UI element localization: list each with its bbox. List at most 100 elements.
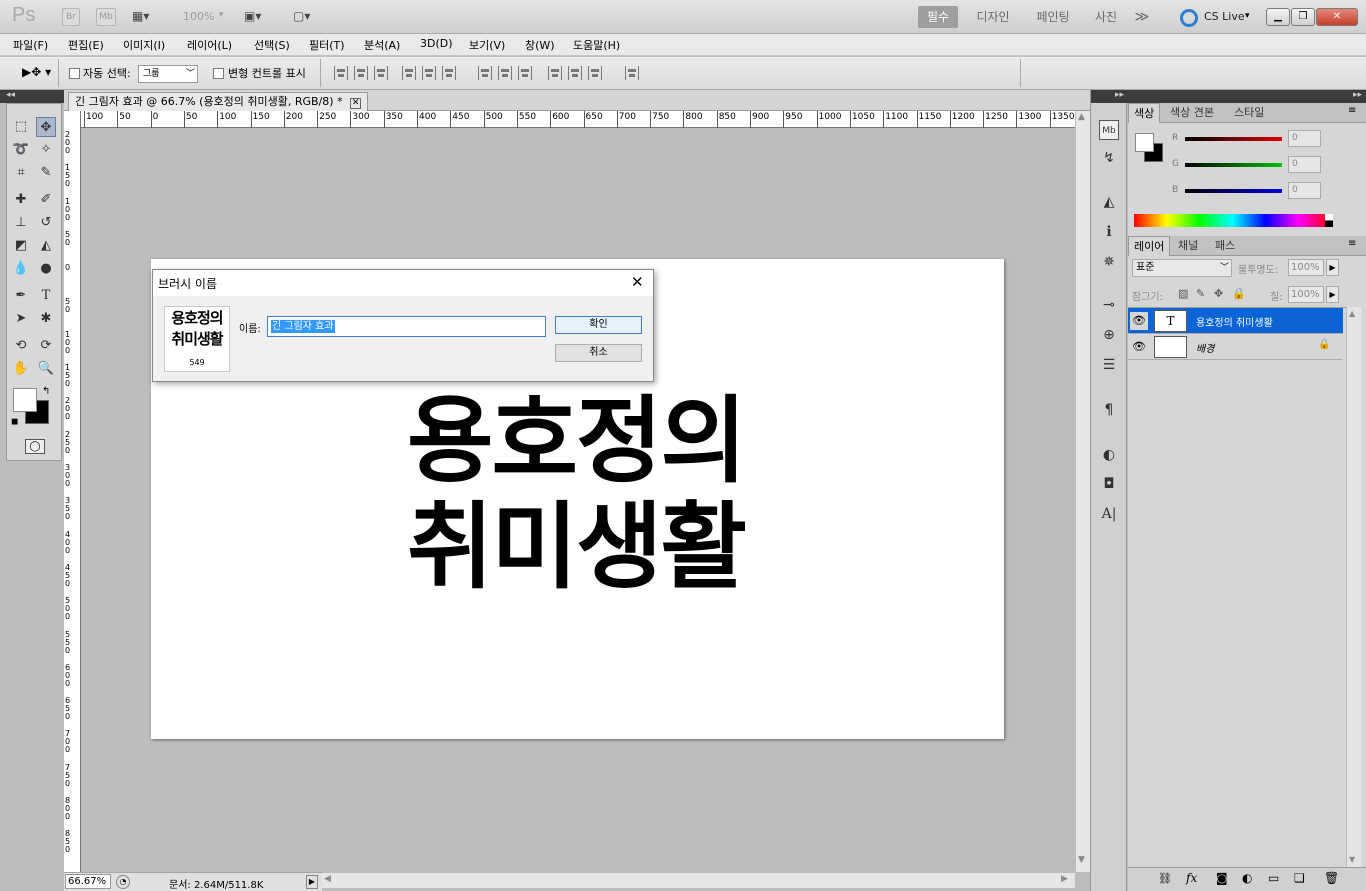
quick-mask-icon[interactable]: ◯	[25, 439, 45, 454]
adjustments-panel-icon[interactable]: ◐	[1099, 445, 1119, 465]
opacity-field[interactable]: 100%	[1288, 259, 1324, 276]
menu-select[interactable]: 선택(S)	[254, 37, 290, 53]
navigator-panel-icon[interactable]: ✵	[1099, 252, 1119, 272]
workspace-design[interactable]: 디자인	[968, 6, 1018, 28]
move-tool-icon[interactable]: ✥	[36, 117, 56, 137]
channel-r-value[interactable]: 0	[1288, 130, 1321, 147]
layer-row[interactable]: 👁 배경 🔒	[1128, 334, 1343, 360]
move-tool-preset-icon[interactable]: ▶✥ ▾	[22, 65, 51, 79]
brush-name-input[interactable]: 긴 그림자 효과	[267, 316, 546, 337]
blend-mode-dropdown[interactable]: 표준 ﹀	[1132, 259, 1232, 277]
opacity-slider-arrow-icon[interactable]: ▶	[1326, 259, 1339, 276]
workspace-essentials[interactable]: 필수	[918, 6, 958, 28]
foreground-color-swatch[interactable]	[1135, 133, 1154, 152]
auto-select-checkbox[interactable]	[69, 68, 80, 79]
3d-rotate-tool-icon[interactable]: ⟲	[11, 336, 31, 356]
paint-bucket-tool-icon[interactable]: ◭	[36, 236, 56, 256]
restore-button[interactable]: ❐	[1291, 8, 1315, 26]
clone-stamp-tool-icon[interactable]: ⊥	[11, 213, 31, 233]
dialog-close-icon[interactable]: ✕	[631, 273, 644, 291]
add-mask-icon[interactable]: ◙	[1216, 871, 1228, 885]
view-extras-icon[interactable]: ▦▾	[132, 9, 162, 25]
custom-shape-tool-icon[interactable]: ✱	[36, 309, 56, 329]
menu-view[interactable]: 보기(V)	[469, 37, 505, 53]
marquee-tool-icon[interactable]: ⬚	[11, 117, 31, 137]
menu-help[interactable]: 도움말(H)	[573, 37, 620, 53]
channel-b-value[interactable]: 0	[1288, 182, 1321, 199]
vertical-scrollbar[interactable]: ▲ ▼	[1075, 111, 1090, 872]
visibility-eye-icon[interactable]: 👁	[1130, 312, 1148, 330]
layer-style-icon[interactable]: fx	[1186, 871, 1197, 885]
lock-position-icon[interactable]: ✥	[1214, 287, 1223, 300]
align-vertical-center-icon[interactable]	[354, 66, 368, 80]
layers-scrollbar[interactable]: ▲ ▼	[1346, 307, 1361, 867]
align-left-icon[interactable]	[402, 66, 416, 80]
scroll-down-icon[interactable]: ▼	[1349, 855, 1355, 864]
menu-image[interactable]: 이미지(I)	[123, 37, 165, 53]
scroll-up-icon[interactable]: ▲	[1078, 112, 1085, 122]
scroll-up-icon[interactable]: ▲	[1349, 309, 1355, 318]
distribute-horizontal-center-icon[interactable]	[568, 66, 582, 80]
lock-all-icon[interactable]: 🔒	[1232, 287, 1246, 300]
menu-edit[interactable]: 편집(E)	[68, 37, 104, 53]
align-top-icon[interactable]	[334, 66, 348, 80]
scroll-left-icon[interactable]: ◀	[324, 874, 331, 884]
workspace-painting[interactable]: 페인팅	[1028, 6, 1078, 28]
character-panel-icon[interactable]: A|	[1099, 504, 1119, 524]
channel-g-value[interactable]: 0	[1288, 156, 1321, 173]
align-horizontal-center-icon[interactable]	[422, 66, 436, 80]
distribute-vertical-center-icon[interactable]	[498, 66, 512, 80]
distribute-left-icon[interactable]	[548, 66, 562, 80]
menu-layer[interactable]: 레이어(L)	[187, 37, 232, 53]
minibridge-panel-icon[interactable]: Mb	[1099, 120, 1119, 140]
zoom-field[interactable]: 66.67%	[65, 874, 111, 889]
masks-panel-icon[interactable]: ◘	[1099, 474, 1119, 494]
delete-layer-icon[interactable]: 🗑	[1324, 871, 1339, 885]
align-bottom-icon[interactable]	[374, 66, 388, 80]
black-white-ramp[interactable]	[1325, 214, 1333, 227]
path-selection-tool-icon[interactable]: ➤	[11, 309, 31, 329]
screen-mode-icon[interactable]: ▢▾	[293, 9, 325, 25]
distribute-right-icon[interactable]	[588, 66, 602, 80]
collapse-icon[interactable]: ◂◂	[6, 90, 15, 100]
menu-3d[interactable]: 3D(D)	[420, 37, 453, 50]
zoom-tool-icon[interactable]: 🔍	[36, 359, 56, 379]
info-panel-icon[interactable]: ℹ	[1099, 222, 1119, 242]
scroll-down-icon[interactable]: ▼	[1078, 855, 1085, 865]
cslive-button[interactable]: CS Live	[1204, 10, 1245, 23]
tool-presets-panel-icon[interactable]: ☰	[1099, 355, 1119, 375]
healing-brush-tool-icon[interactable]: ✚	[11, 190, 31, 210]
channel-r-slider[interactable]	[1185, 137, 1282, 141]
tab-channels[interactable]: 채널	[1173, 236, 1203, 256]
align-right-icon[interactable]	[442, 66, 456, 80]
collapse-icon[interactable]: ▸▸	[1353, 90, 1362, 100]
menu-file[interactable]: 파일(F)	[13, 37, 48, 53]
workspace-photography[interactable]: 사진	[1088, 6, 1124, 28]
history-brush-tool-icon[interactable]: ↺	[36, 213, 56, 233]
dodge-tool-icon[interactable]: ●	[36, 259, 56, 279]
distribute-bottom-icon[interactable]	[518, 66, 532, 80]
close-tab-icon[interactable]: ✕	[350, 98, 362, 109]
tab-swatches[interactable]: 색상 견본	[1165, 103, 1219, 123]
distribute-top-icon[interactable]	[478, 66, 492, 80]
3d-orbit-tool-icon[interactable]: ⟳	[36, 336, 56, 356]
show-transform-controls-checkbox[interactable]	[213, 68, 224, 79]
layer-row[interactable]: 👁 T 용호정의 취미생활	[1128, 308, 1343, 334]
arrange-documents-icon[interactable]: ▣▾	[244, 9, 276, 25]
panel-menu-icon[interactable]: ≡	[1348, 238, 1356, 249]
swap-colors-icon[interactable]: ↰	[42, 386, 50, 397]
eraser-tool-icon[interactable]: ◩	[11, 236, 31, 256]
more-workspaces-icon[interactable]: ≫	[1130, 6, 1154, 28]
channel-b-slider[interactable]	[1185, 189, 1282, 193]
close-button[interactable]: ✕	[1316, 8, 1358, 26]
hand-tool-icon[interactable]: ✋	[11, 359, 31, 379]
type-tool-icon[interactable]: T	[36, 286, 56, 306]
brush-presets-panel-icon[interactable]: ⊸	[1099, 295, 1119, 315]
layer-name[interactable]: 배경	[1196, 340, 1214, 355]
status-icon[interactable]: ◔	[116, 875, 130, 889]
tab-color[interactable]: 색상	[1128, 103, 1161, 123]
auto-select-dropdown[interactable]: 그룹 ﹀	[138, 65, 198, 83]
visibility-eye-icon[interactable]: 👁	[1130, 338, 1148, 356]
lasso-tool-icon[interactable]: ➰	[11, 140, 31, 160]
fill-field[interactable]: 100%	[1288, 286, 1324, 303]
